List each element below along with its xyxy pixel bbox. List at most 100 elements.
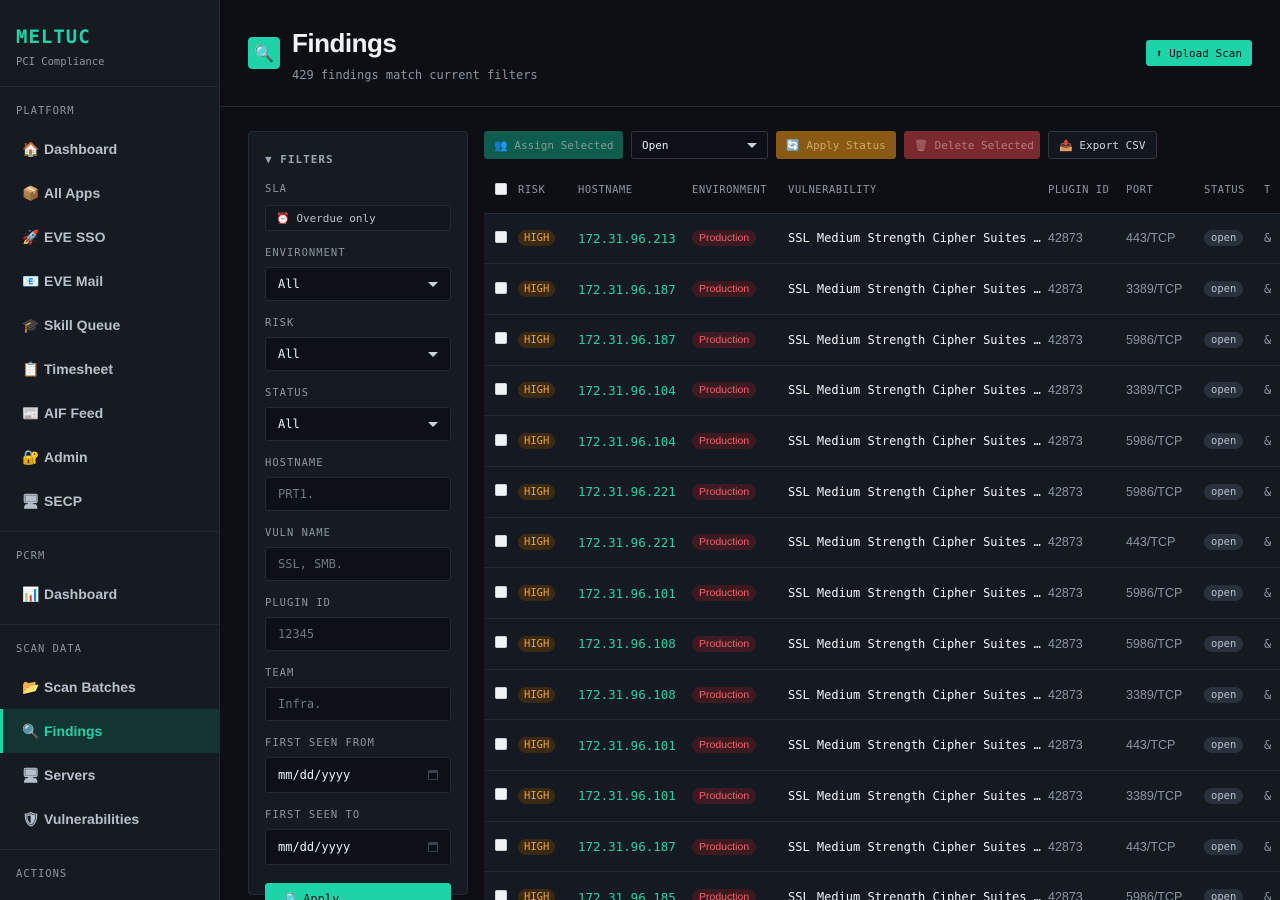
hostname-link[interactable]: 172.31.96.187 — [578, 839, 676, 854]
row-checkbox[interactable] — [495, 636, 507, 649]
table-row[interactable]: HIGH 172.31.96.185 Production SSL Medium St… — [484, 871, 1280, 900]
calendar-icon[interactable] — [428, 842, 438, 852]
hostname-link[interactable]: 172.31.96.104 — [578, 383, 676, 398]
environment-select[interactable]: All — [265, 267, 451, 301]
row-checkbox[interactable] — [495, 687, 507, 700]
risk-select[interactable]: All — [265, 337, 451, 371]
plugin-id-input[interactable] — [265, 617, 451, 651]
sidebar-item-all-apps[interactable]: 📦 All Apps — [0, 171, 219, 215]
hostname-link[interactable]: 172.31.96.104 — [578, 434, 676, 449]
export-csv-button[interactable]: 📤 Export CSV — [1048, 131, 1157, 159]
first-seen-from-input[interactable]: mm/dd/yyyy — [265, 757, 451, 793]
bulk-status-select[interactable]: Open — [631, 131, 768, 159]
sidebar-item-label: EVE Mail — [44, 273, 104, 289]
delete-selected-button[interactable]: 🗑 Delete Selected — [904, 131, 1040, 159]
column-header-hostname[interactable]: HOSTNAME — [578, 168, 692, 214]
sidebar-item-dashboard[interactable]: 🏠 Dashboard — [0, 127, 219, 171]
row-checkbox[interactable] — [495, 281, 507, 294]
table-cell: 172.31.96.101 — [578, 719, 692, 772]
table-row[interactable]: HIGH 172.31.96.187 Production SSL Medium St… — [484, 263, 1280, 315]
table-cell — [484, 871, 518, 900]
nav-section: ACTIONS 👥Assignment — [0, 850, 219, 900]
table-row[interactable]: HIGH 172.31.96.101 Production SSL Medium St… — [484, 719, 1280, 772]
row-checkbox[interactable] — [495, 737, 507, 750]
row-checkbox[interactable] — [495, 788, 507, 801]
overdue-only-toggle[interactable]: ⏰ Overdue only — [265, 205, 451, 231]
sidebar-item-eve-mail[interactable]: 📧 EVE Mail — [0, 259, 219, 303]
hostname-link[interactable]: 172.31.96.185 — [578, 890, 676, 900]
sidebar-item-secp[interactable]: 🖥 SECP — [0, 479, 219, 523]
team-input[interactable] — [265, 687, 451, 721]
assign-selected-button[interactable]: 👥 Assign Selected — [484, 131, 623, 159]
vuln-name-input[interactable] — [265, 547, 451, 581]
column-header-status[interactable]: STATUS — [1204, 168, 1264, 214]
table-row[interactable]: HIGH 172.31.96.213 Production SSL Medium St… — [484, 213, 1280, 265]
hostname-link[interactable]: 172.31.96.187 — [578, 282, 676, 297]
column-header-vulnerability[interactable]: VULNERABILITY — [788, 168, 1048, 214]
table-cell: Production — [692, 466, 788, 518]
sidebar-item-servers[interactable]: 🖥 Servers — [0, 753, 219, 797]
hostname-link[interactable]: 172.31.96.101 — [578, 586, 676, 601]
hostname-link[interactable]: 172.31.96.221 — [578, 535, 676, 550]
column-header-plugin-id[interactable]: PLUGIN ID — [1048, 168, 1126, 214]
apply-status-button[interactable]: 🔄 Apply Status — [776, 131, 896, 159]
hostname-link[interactable]: 172.31.96.213 — [578, 231, 676, 246]
hostname-link[interactable]: 172.31.96.221 — [578, 484, 676, 499]
graduation-cap-icon: 🎓 — [22, 316, 40, 333]
hostname-input[interactable] — [265, 477, 451, 511]
table-row[interactable]: HIGH 172.31.96.104 Production SSL Medium St… — [484, 365, 1280, 417]
column-header-team[interactable]: T — [1264, 168, 1280, 214]
row-checkbox[interactable] — [495, 839, 507, 852]
row-checkbox[interactable] — [495, 889, 507, 900]
row-checkbox[interactable] — [495, 382, 507, 395]
hostname-link[interactable]: 172.31.96.108 — [578, 687, 676, 702]
brand-name[interactable]: MELTUC — [16, 26, 203, 48]
row-checkbox[interactable] — [495, 585, 507, 598]
table-cell: open — [1204, 719, 1264, 772]
table-row[interactable]: HIGH 172.31.96.108 Production SSL Medium St… — [484, 618, 1280, 670]
row-checkbox[interactable] — [495, 332, 507, 345]
status-badge: open — [1204, 534, 1244, 551]
calendar-icon[interactable] — [428, 770, 438, 780]
table-cell — [484, 770, 518, 822]
column-header-environment[interactable]: ENVIRONMENT — [692, 168, 788, 214]
select-all-checkbox[interactable] — [495, 182, 507, 195]
table-row[interactable]: HIGH 172.31.96.187 Production SSL Medium St… — [484, 821, 1280, 873]
table-row[interactable]: HIGH 172.31.96.221 Production SSL Medium St… — [484, 517, 1280, 569]
table-row[interactable]: HIGH 172.31.96.104 Production SSL Medium St… — [484, 415, 1280, 467]
sidebar-item-assignment[interactable]: 👥Assignment — [0, 890, 219, 900]
sidebar-item-dashboard[interactable]: 📊 Dashboard — [0, 572, 219, 616]
sidebar-item-admin[interactable]: 🔐 Admin — [0, 435, 219, 479]
status-badge: open — [1204, 382, 1244, 399]
table-row[interactable]: HIGH 172.31.96.101 Production SSL Medium St… — [484, 770, 1280, 822]
sidebar-item-findings[interactable]: 🔍 Findings — [0, 709, 219, 753]
row-checkbox[interactable] — [495, 230, 507, 243]
hostname-link[interactable]: 172.31.96.101 — [578, 788, 676, 803]
status-select[interactable]: All — [265, 407, 451, 441]
sidebar-item-vulnerabilities[interactable]: 🛡 Vulnerabilities — [0, 797, 219, 841]
table-row[interactable]: HIGH 172.31.96.101 Production SSL Medium St… — [484, 567, 1280, 619]
table-cell: open — [1204, 871, 1264, 900]
table-cell: 443/TCP — [1126, 213, 1204, 265]
first-seen-to-input[interactable]: mm/dd/yyyy — [265, 829, 451, 865]
sidebar-item-aif-feed[interactable]: 📰 AIF Feed — [0, 391, 219, 435]
column-header-port[interactable]: PORT — [1126, 168, 1204, 214]
table-row[interactable]: HIGH 172.31.96.108 Production SSL Medium St… — [484, 669, 1280, 721]
filters-toggle[interactable]: ▼ FILTERS — [265, 153, 451, 166]
column-header-risk[interactable]: RISK — [518, 168, 578, 214]
table-row[interactable]: HIGH 172.31.96.187 Production SSL Medium St… — [484, 314, 1280, 366]
upload-scan-button[interactable]: ⬆ Upload Scan — [1145, 40, 1252, 66]
sidebar-item-timesheet[interactable]: 📋 Timesheet — [0, 347, 219, 391]
sidebar-item-scan-batches[interactable]: 📂 Scan Batches — [0, 665, 219, 709]
sidebar-item-skill-queue[interactable]: 🎓 Skill Queue — [0, 303, 219, 347]
sidebar-item-eve-sso[interactable]: 🚀 EVE SSO — [0, 215, 219, 259]
row-checkbox[interactable] — [495, 484, 507, 497]
table-row[interactable]: HIGH 172.31.96.221 Production SSL Medium St… — [484, 466, 1280, 518]
hostname-link[interactable]: 172.31.96.187 — [578, 332, 676, 347]
hostname-link[interactable]: 172.31.96.108 — [578, 636, 676, 651]
hostname-link[interactable]: 172.31.96.101 — [578, 738, 676, 753]
row-checkbox[interactable] — [495, 534, 507, 547]
table-cell: HIGH — [518, 770, 578, 822]
apply-filters-button[interactable]: 🔎 Apply — [265, 883, 451, 900]
row-checkbox[interactable] — [495, 433, 507, 446]
